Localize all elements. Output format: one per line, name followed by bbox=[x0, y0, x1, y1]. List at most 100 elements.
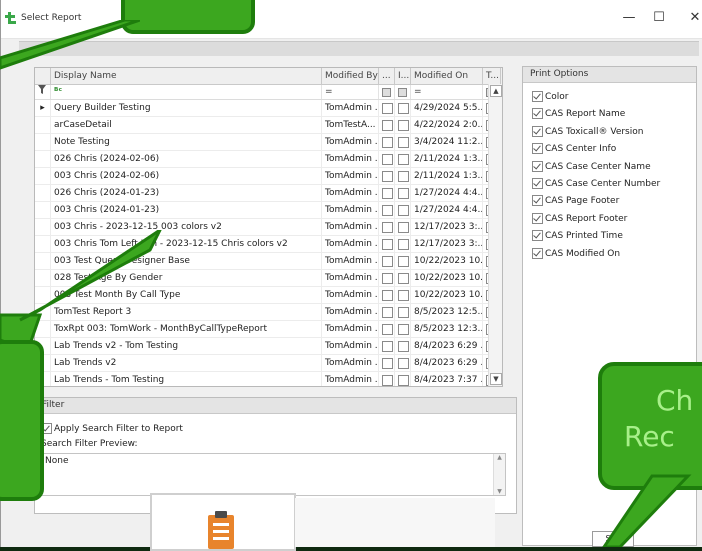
scroll-up-icon[interactable]: ▲ bbox=[490, 85, 502, 97]
print-option-checkbox[interactable]: Color bbox=[532, 91, 569, 103]
print-option-checkbox[interactable]: CAS Printed Time bbox=[532, 230, 623, 242]
column-flag-1[interactable]: ... bbox=[379, 68, 395, 84]
row-flag2-checkbox[interactable] bbox=[395, 304, 411, 320]
row-flag1-checkbox[interactable] bbox=[379, 219, 395, 235]
print-option-label: CAS Modified On bbox=[545, 248, 621, 259]
modified-by-filter-cell[interactable]: = bbox=[322, 85, 379, 99]
print-option-checkbox[interactable]: CAS Page Footer bbox=[532, 195, 619, 207]
row-flag2-checkbox[interactable] bbox=[395, 117, 411, 133]
checkbox-checked-icon bbox=[532, 230, 543, 242]
print-option-checkbox[interactable]: CAS Report Name bbox=[532, 108, 625, 120]
row-flag2-checkbox[interactable] bbox=[395, 100, 411, 116]
row-flag2-checkbox[interactable] bbox=[395, 338, 411, 354]
row-flag2-checkbox[interactable] bbox=[395, 355, 411, 371]
row-modified-on: 4/29/2024 5:5... bbox=[411, 100, 483, 116]
filter-preview-value: None bbox=[45, 456, 69, 466]
row-flag1-checkbox[interactable] bbox=[379, 355, 395, 371]
scroll-down-icon[interactable]: ▼ bbox=[490, 373, 502, 385]
grid-filter-row: ᴮᶜ = = bbox=[35, 85, 502, 100]
row-flag1-checkbox[interactable] bbox=[379, 338, 395, 354]
row-flag2-checkbox[interactable] bbox=[395, 202, 411, 218]
print-option-label: CAS Center Info bbox=[545, 144, 617, 155]
row-flag2-checkbox[interactable] bbox=[395, 270, 411, 286]
column-modified-by[interactable]: Modified By bbox=[322, 68, 379, 84]
column-modified-on[interactable]: Modified On bbox=[411, 68, 483, 84]
row-flag1-checkbox[interactable] bbox=[379, 253, 395, 269]
row-flag1-checkbox[interactable] bbox=[379, 236, 395, 252]
row-flag1-checkbox[interactable] bbox=[379, 287, 395, 303]
table-row[interactable]: 003 Chris (2024-02-06) TomAdmin ... 2/11/2… bbox=[35, 168, 502, 185]
taskbar-thumbnail-secondary bbox=[295, 498, 495, 547]
row-flag1-checkbox[interactable] bbox=[379, 100, 395, 116]
row-flag2-checkbox[interactable] bbox=[395, 219, 411, 235]
print-option-checkbox[interactable]: CAS Report Footer bbox=[532, 212, 627, 225]
preview-scroll-down-icon[interactable]: ▼ bbox=[494, 488, 505, 495]
table-row[interactable]: ▸ Query Builder Testing TomAdmin ... 4/29/2… bbox=[35, 100, 502, 117]
table-row[interactable]: 003 Chris (2024-01-23) TomAdmin ... 1/27/2… bbox=[35, 202, 502, 219]
preview-scrollbar[interactable]: ▲ ▼ bbox=[493, 454, 505, 495]
apply-filter-checkbox[interactable]: Apply Search Filter to Report bbox=[41, 423, 183, 435]
print-option-checkbox[interactable]: CAS Modified On bbox=[532, 247, 621, 260]
filter-preview-box[interactable]: None ▲ ▼ bbox=[41, 453, 506, 496]
row-modified-by: TomAdmin ... bbox=[322, 219, 379, 235]
print-option-checkbox[interactable]: CAS Toxicall® Version bbox=[532, 125, 643, 138]
row-flag1-checkbox[interactable] bbox=[379, 134, 395, 150]
table-row[interactable]: arCaseDetail TomTestA... 4/22/2024 2:0... bbox=[35, 117, 502, 134]
row-flag2-checkbox[interactable] bbox=[395, 168, 411, 184]
row-display-name: Query Builder Testing bbox=[51, 100, 322, 116]
table-row[interactable]: 026 Chris (2024-01-23) TomAdmin ... 1/27/2… bbox=[35, 185, 502, 202]
preview-scroll-up-icon[interactable]: ▲ bbox=[494, 454, 505, 461]
row-display-name: arCaseDetail bbox=[51, 117, 322, 133]
table-row[interactable]: Note Testing TomAdmin ... 3/4/2024 11:2... bbox=[35, 134, 502, 151]
callout-top-pointer bbox=[0, 20, 140, 70]
row-flag2-checkbox[interactable] bbox=[395, 321, 411, 337]
row-flag1-checkbox[interactable] bbox=[379, 202, 395, 218]
row-flag1-checkbox[interactable] bbox=[379, 117, 395, 133]
flag2-filter-cell[interactable] bbox=[395, 85, 411, 99]
close-button[interactable]: ✕ bbox=[683, 10, 702, 25]
row-expand-indicator bbox=[35, 134, 51, 150]
row-expand-indicator bbox=[35, 168, 51, 184]
row-flag1-checkbox[interactable] bbox=[379, 185, 395, 201]
row-flag1-checkbox[interactable] bbox=[379, 304, 395, 320]
row-flag2-checkbox[interactable] bbox=[395, 236, 411, 252]
flag1-filter-cell[interactable] bbox=[379, 85, 395, 99]
modified-on-filter-cell[interactable]: = bbox=[411, 85, 483, 99]
row-expand-indicator bbox=[35, 151, 51, 167]
print-option-checkbox[interactable]: CAS Case Center Name bbox=[532, 160, 651, 173]
row-flag2-checkbox[interactable] bbox=[395, 253, 411, 269]
row-flag1-checkbox[interactable] bbox=[379, 321, 395, 337]
row-flag2-checkbox[interactable] bbox=[395, 372, 411, 386]
filter-funnel-icon[interactable] bbox=[35, 85, 51, 99]
checkbox-checked-icon bbox=[532, 108, 543, 120]
column-flag-2[interactable]: I... bbox=[395, 68, 411, 84]
row-flag1-checkbox[interactable] bbox=[379, 270, 395, 286]
row-flag2-checkbox[interactable] bbox=[395, 287, 411, 303]
callout-right-pointer bbox=[602, 474, 692, 547]
row-modified-on: 8/4/2023 6:29 ... bbox=[411, 355, 483, 371]
print-option-checkbox[interactable]: CAS Case Center Number bbox=[532, 178, 660, 190]
name-filter-cell[interactable]: ᴮᶜ bbox=[51, 85, 322, 99]
table-row[interactable]: 026 Chris (2024-02-06) TomAdmin ... 2/11/2… bbox=[35, 151, 502, 168]
column-flag-3[interactable]: T... bbox=[483, 68, 501, 84]
row-flag1-checkbox[interactable] bbox=[379, 151, 395, 167]
row-display-name: Lab Trends - Tom Testing bbox=[51, 372, 322, 386]
row-expand-indicator bbox=[35, 202, 51, 218]
filter-preview-label: Search Filter Preview: bbox=[41, 439, 138, 449]
table-row[interactable]: Lab Trends - Tom Testing TomAdmin ... 8/4/… bbox=[35, 372, 502, 386]
row-flag2-checkbox[interactable] bbox=[395, 151, 411, 167]
taskbar-thumbnail[interactable] bbox=[150, 493, 296, 551]
row-flag1-checkbox[interactable] bbox=[379, 372, 395, 386]
row-expand-indicator bbox=[35, 185, 51, 201]
row-modified-on: 8/5/2023 12:5... bbox=[411, 304, 483, 320]
row-flag2-checkbox[interactable] bbox=[395, 185, 411, 201]
print-option-checkbox[interactable]: CAS Center Info bbox=[532, 143, 616, 155]
row-flag2-checkbox[interactable] bbox=[395, 134, 411, 150]
print-option-label: CAS Report Name bbox=[545, 109, 626, 120]
row-modified-on: 8/4/2023 6:29 ... bbox=[411, 338, 483, 354]
maximize-button[interactable]: ☐ bbox=[647, 10, 671, 25]
minimize-button[interactable]: — bbox=[617, 10, 641, 25]
row-flag1-checkbox[interactable] bbox=[379, 168, 395, 184]
grid-scrollbar[interactable]: ▲ ▼ bbox=[488, 84, 502, 386]
apply-filter-label: Apply Search Filter to Report bbox=[54, 424, 183, 434]
